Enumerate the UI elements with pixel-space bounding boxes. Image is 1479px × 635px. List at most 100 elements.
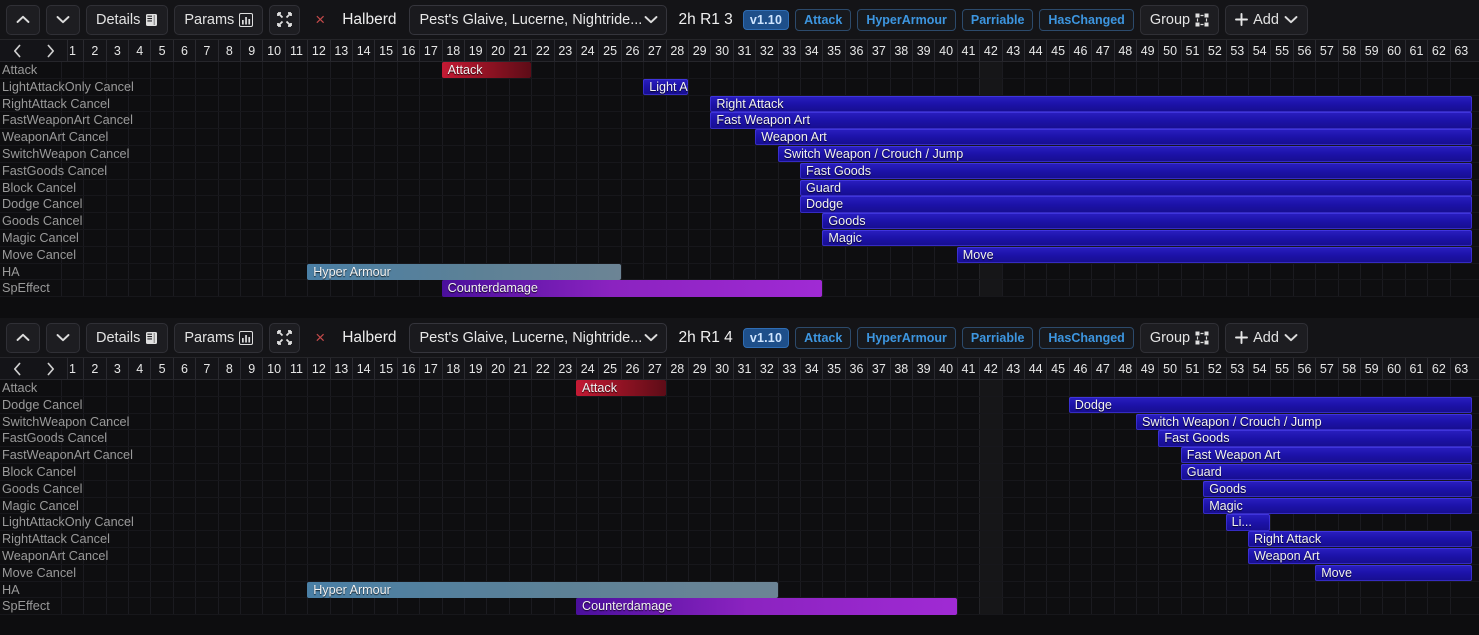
frame-tick[interactable]: 33 — [777, 40, 800, 61]
frame-tick[interactable]: 52 — [1203, 40, 1225, 61]
timeline-bar[interactable]: Hyper Armour — [307, 263, 621, 280]
timeline-bar[interactable]: Magic — [1203, 497, 1472, 514]
frame-tick[interactable]: 37 — [867, 40, 889, 61]
ruler-next-button[interactable] — [34, 40, 68, 61]
frame-tick[interactable]: 60 — [1382, 40, 1404, 61]
timeline-bar[interactable]: Weapon Art — [1248, 547, 1472, 565]
frame-tick[interactable]: 37 — [867, 358, 889, 379]
frame-tick[interactable]: 38 — [889, 358, 912, 379]
timeline-bar[interactable]: Li... — [1225, 514, 1271, 531]
timeline-bar[interactable]: Fast Goods — [1158, 430, 1472, 447]
frame-tick[interactable]: 31 — [732, 358, 755, 379]
frame-tick[interactable]: 51 — [1180, 358, 1203, 379]
frame-tick[interactable]: 35 — [822, 40, 844, 61]
frame-tick[interactable]: 48 — [1113, 40, 1136, 61]
timeline-bar[interactable]: Fast Weapon Art — [1180, 447, 1472, 464]
frame-tick[interactable]: 19 — [464, 40, 486, 61]
add-button[interactable]: Add — [1225, 4, 1308, 35]
frame-tick[interactable]: 34 — [800, 40, 822, 61]
frame-tick[interactable]: 4 — [128, 358, 150, 379]
frame-tick[interactable]: 40 — [934, 40, 956, 61]
frame-tick[interactable]: 41 — [956, 358, 979, 379]
frame-tick[interactable]: 14 — [352, 40, 374, 61]
frame-tick[interactable]: 12 — [307, 40, 329, 61]
frame-tick[interactable]: 5 — [150, 40, 172, 61]
timeline-bar[interactable]: Right Attack — [1248, 531, 1472, 548]
frame-tick[interactable]: 13 — [329, 40, 352, 61]
weapon-select[interactable]: Pest's Glaive, Lucerne, Nightride... — [408, 322, 667, 353]
move-down-button[interactable] — [46, 4, 80, 35]
timeline-bar[interactable]: Dodge — [1068, 396, 1472, 413]
frame-tick[interactable]: 7 — [195, 40, 217, 61]
frame-tick[interactable]: 46 — [1068, 358, 1091, 379]
frame-tick[interactable]: 22 — [531, 358, 553, 379]
frame-tick[interactable]: 21 — [508, 40, 531, 61]
frame-tick[interactable]: 33 — [777, 358, 800, 379]
frame-tick[interactable]: 42 — [979, 40, 1001, 61]
frame-tick[interactable]: 10 — [262, 358, 284, 379]
frame-tick[interactable]: 3 — [105, 358, 128, 379]
frame-tick[interactable]: 59 — [1360, 40, 1382, 61]
frame-tick[interactable]: 16 — [396, 358, 419, 379]
timeline-bar[interactable]: Weapon Art — [755, 129, 1472, 146]
timeline-bar[interactable]: Fast Goods — [800, 162, 1472, 179]
frame-tick[interactable]: 63 — [1449, 40, 1472, 61]
frame-tick[interactable]: 39 — [912, 40, 934, 61]
frame-tick[interactable]: 41 — [956, 40, 979, 61]
frame-tick[interactable]: 47 — [1091, 358, 1113, 379]
add-button[interactable]: Add — [1225, 322, 1308, 353]
timeline-bar[interactable]: Attack — [576, 380, 666, 397]
frame-tick[interactable]: 34 — [800, 358, 822, 379]
frame-tick[interactable]: 15 — [374, 358, 396, 379]
timeline-bar[interactable]: Goods — [1203, 480, 1472, 497]
timeline-bar[interactable]: Guard — [800, 179, 1472, 196]
frame-tick[interactable]: 50 — [1158, 40, 1180, 61]
frame-tick[interactable]: 46 — [1068, 40, 1091, 61]
frame-tick[interactable]: 25 — [598, 40, 620, 61]
timeline-bar[interactable]: Switch Weapon / Crouch / Jump — [1136, 413, 1472, 430]
frame-tick[interactable]: 39 — [912, 358, 934, 379]
timeline-bar[interactable]: Goods — [822, 213, 1472, 230]
frame-tick[interactable]: 8 — [217, 358, 240, 379]
frame-tick[interactable]: 8 — [217, 40, 240, 61]
frame-tick[interactable]: 32 — [755, 40, 777, 61]
frame-tick[interactable]: 36 — [844, 40, 867, 61]
timeline-bar[interactable]: Guard — [1180, 463, 1472, 481]
frame-tick[interactable]: 23 — [553, 40, 576, 61]
timeline-bar[interactable]: Switch Weapon / Crouch / Jump — [777, 145, 1472, 163]
frame-tick[interactable]: 4 — [128, 40, 150, 61]
frame-tick[interactable]: 58 — [1337, 40, 1360, 61]
frame-tick[interactable]: 63 — [1449, 358, 1472, 379]
frame-tick[interactable]: 36 — [844, 358, 867, 379]
frame-tick[interactable]: 25 — [598, 358, 620, 379]
frame-tick[interactable]: 61 — [1404, 40, 1427, 61]
frame-tick[interactable]: 6 — [172, 40, 195, 61]
frame-tick[interactable]: 53 — [1225, 358, 1248, 379]
frame-tick[interactable]: 62 — [1427, 358, 1449, 379]
flag-haschanged[interactable]: HasChanged — [1039, 8, 1134, 31]
close-button[interactable]: × — [306, 5, 334, 35]
frame-tick[interactable]: 55 — [1270, 358, 1292, 379]
frame-tick[interactable]: 9 — [240, 40, 262, 61]
frame-tick[interactable]: 26 — [620, 358, 643, 379]
close-button[interactable]: × — [306, 323, 334, 353]
ruler-next-button[interactable] — [34, 358, 68, 379]
timeline-bar[interactable]: Counterdamage — [441, 280, 823, 297]
frame-tick[interactable]: 29 — [688, 358, 710, 379]
flag-parriable[interactable]: Parriable — [961, 326, 1034, 349]
params-button[interactable]: Params — [174, 4, 264, 35]
frame-tick[interactable]: 42 — [979, 358, 1001, 379]
timeline-bar[interactable]: Hyper Armour — [307, 581, 778, 598]
frame-tick[interactable]: 16 — [396, 40, 419, 61]
frame-tick[interactable]: 20 — [486, 358, 508, 379]
frame-tick[interactable]: 48 — [1113, 358, 1136, 379]
group-button[interactable]: Group — [1139, 322, 1220, 353]
frame-tick[interactable]: 15 — [374, 40, 396, 61]
frame-tick[interactable]: 45 — [1046, 358, 1068, 379]
timeline-bar[interactable]: Right Attack — [710, 95, 1472, 112]
frame-tick[interactable]: 28 — [665, 40, 688, 61]
frame-tick[interactable]: 11 — [284, 40, 307, 61]
group-button[interactable]: Group — [1139, 4, 1220, 35]
frame-tick[interactable]: 21 — [508, 358, 531, 379]
frame-tick[interactable]: 23 — [553, 358, 576, 379]
